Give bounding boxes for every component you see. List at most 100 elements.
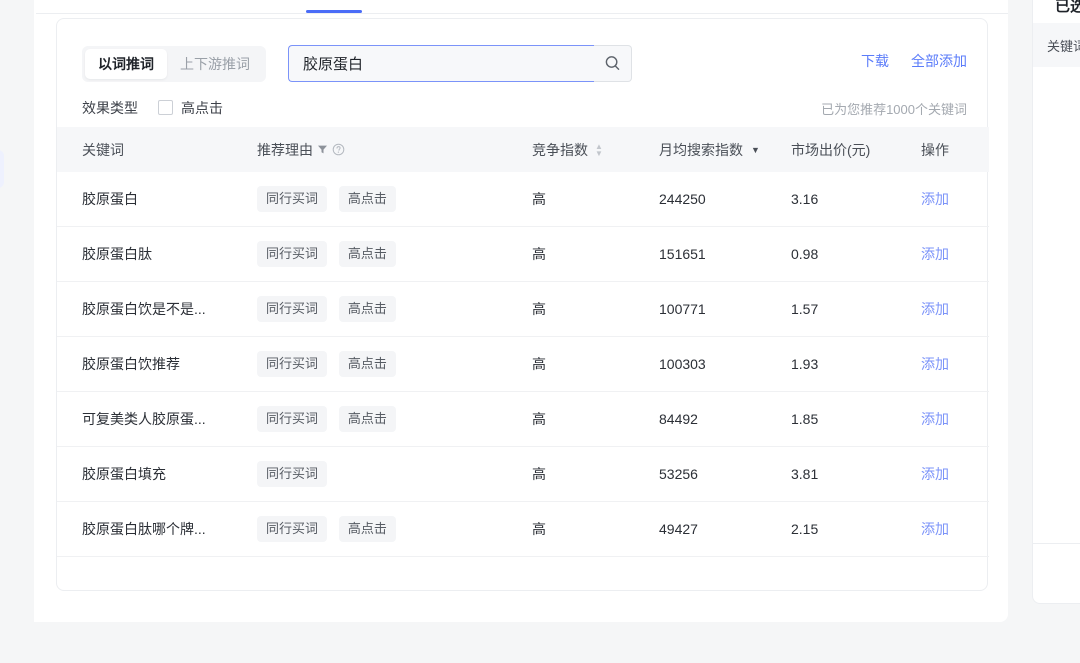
seg-upstream-downstream[interactable]: 上下游推词 <box>167 49 263 79</box>
reason-tag: 高点击 <box>338 351 396 377</box>
tab-industry-recommend[interactable]: 行业词推荐 <box>186 0 256 13</box>
reason-tag: 高点击 <box>338 516 396 542</box>
add-button[interactable]: 添加 <box>921 466 949 482</box>
reason-tag: 同行买词 <box>257 186 328 212</box>
reason-tag: 同行买词 <box>257 461 328 487</box>
cell-competition: 高 <box>532 521 546 537</box>
cell-keyword: 胶原蛋白肽 <box>82 246 152 262</box>
controls-row: 以词推词 上下游推词 下载 <box>57 19 989 89</box>
cell-bid: 1.85 <box>791 411 819 427</box>
column-header-keyword: 关键词 <box>82 141 124 158</box>
add-button[interactable]: 添加 <box>921 246 949 262</box>
effect-type-label: 效果类型 <box>82 100 138 116</box>
cell-volume: 84492 <box>659 411 698 427</box>
table-row[interactable]: 可复美类人胶原蛋... 同行买词 高点击 高 84492 1.85 添加 <box>57 392 989 447</box>
table-row[interactable]: 胶原蛋白肽哪个牌... 同行买词 高点击 高 49427 2.15 添加 <box>57 502 989 557</box>
recommend-count-text: 已为您推荐1000个关键词 <box>821 102 967 117</box>
cell-keyword: 可复美类人胶原蛋... <box>82 411 206 427</box>
cell-keyword: 胶原蛋白饮是不是... <box>82 301 206 317</box>
search-icon <box>603 54 622 73</box>
left-rail-selected-item[interactable] <box>0 150 4 188</box>
table-header-row: 关键词 推荐理由 竞争指数 ▲ ▼ 月均搜索指数 ▼ 市场出价(元) 操作 <box>57 127 989 172</box>
reason-tag: 同行买词 <box>257 241 328 267</box>
cell-volume: 53256 <box>659 466 698 482</box>
table-footer <box>57 557 989 596</box>
add-button[interactable]: 添加 <box>921 356 949 372</box>
cell-keyword: 胶原蛋白饮推荐 <box>82 356 180 372</box>
selected-keywords-panel: 已选 关键词 <box>1032 0 1080 604</box>
reason-tag: 高点击 <box>338 241 396 267</box>
search-group <box>288 45 632 82</box>
sort-icon-competition[interactable]: ▲ ▼ <box>595 142 603 157</box>
tab-strip: 关键词推荐 行业词推荐 以词推词 上下游推词搜索 <box>36 0 1008 14</box>
table-row[interactable]: 胶原蛋白饮推荐 同行买词 高点击 高 100303 1.93 添加 <box>57 337 989 392</box>
main-card: 关键词推荐 行业词推荐 以词推词 上下游推词搜索 以词推词 上下游推词 <box>36 0 1008 622</box>
search-input[interactable] <box>288 45 594 82</box>
cell-action: 添加 <box>921 464 989 484</box>
cell-reason: 同行买词 高点击 <box>257 186 532 212</box>
cell-keyword: 胶原蛋白 <box>82 191 138 207</box>
selected-panel-column-header: 关键词 <box>1033 23 1080 67</box>
cell-bid: 2.15 <box>791 521 819 537</box>
column-header-reason-label: 推荐理由 <box>257 141 313 158</box>
cell-reason: 同行买词 高点击 <box>257 516 532 542</box>
cell-reason: 同行买词 高点击 <box>257 351 532 377</box>
cell-bid: 0.98 <box>791 246 819 262</box>
cell-reason: 同行买词 高点击 <box>257 296 532 322</box>
cell-competition: 高 <box>532 411 546 427</box>
add-button[interactable]: 添加 <box>921 301 949 317</box>
column-header-volume-label: 月均搜索指数 <box>659 141 743 158</box>
left-rail <box>0 0 34 622</box>
tab-word-to-word[interactable]: 以词推词 <box>306 0 362 13</box>
cell-reason: 同行买词 高点击 <box>257 241 532 267</box>
cell-action: 添加 <box>921 299 989 319</box>
column-header-bid: 市场出价(元) <box>791 141 871 158</box>
cell-competition: 高 <box>532 356 546 372</box>
reason-tag: 高点击 <box>338 186 396 212</box>
cell-volume: 100303 <box>659 356 706 372</box>
cell-volume: 244250 <box>659 191 706 207</box>
filter-icon[interactable] <box>317 144 328 155</box>
recommend-panel: 以词推词 上下游推词 下载 <box>56 18 989 591</box>
cell-action: 添加 <box>921 244 989 264</box>
add-button[interactable]: 添加 <box>921 521 949 537</box>
download-link[interactable]: 下载 <box>861 51 889 71</box>
add-button[interactable]: 添加 <box>921 411 949 427</box>
column-header-volume[interactable]: 月均搜索指数 ▼ <box>659 140 791 160</box>
column-header-reason: 推荐理由 <box>257 140 532 160</box>
tab-upstream-downstream[interactable]: 上下游推词搜索 <box>412 0 510 13</box>
reason-tag: 同行买词 <box>257 351 328 377</box>
cell-competition: 高 <box>532 301 546 317</box>
table-row[interactable]: 胶原蛋白饮是不是... 同行买词 高点击 高 100771 1.57 添加 <box>57 282 989 337</box>
cell-bid: 3.16 <box>791 191 819 207</box>
top-action-links: 下载 全部添加 <box>861 51 967 71</box>
tab-keyword-recommend[interactable]: 关键词推荐 <box>66 0 136 13</box>
search-button[interactable] <box>594 45 632 82</box>
cell-volume: 100771 <box>659 301 706 317</box>
filter-row: 效果类型 高点击 已为您推荐1000个关键词 <box>57 89 989 127</box>
reason-tag: 同行买词 <box>257 296 328 322</box>
cell-action: 添加 <box>921 189 989 209</box>
reason-tag: 高点击 <box>338 296 396 322</box>
table-row[interactable]: 胶原蛋白填充 同行买词 高 53256 3.81 添加 <box>57 447 989 502</box>
high-click-checkbox[interactable] <box>158 100 173 115</box>
add-button[interactable]: 添加 <box>921 191 949 207</box>
sort-desc-icon-volume[interactable]: ▼ <box>751 145 760 155</box>
cell-volume: 151651 <box>659 246 706 262</box>
column-header-action: 操作 <box>921 141 949 158</box>
column-header-competition[interactable]: 竞争指数 ▲ ▼ <box>532 140 659 160</box>
selected-panel-title: 已选 <box>1055 0 1080 15</box>
seg-word-to-word[interactable]: 以词推词 <box>85 49 167 79</box>
question-circle-icon[interactable] <box>332 143 345 156</box>
keyword-table: 关键词 推荐理由 竞争指数 ▲ ▼ 月均搜索指数 ▼ 市场出价(元) 操作 胶原… <box>57 127 989 596</box>
table-row[interactable]: 胶原蛋白肽 同行买词 高点击 高 151651 0.98 添加 <box>57 227 989 282</box>
selected-panel-footer <box>1033 543 1080 603</box>
add-all-link[interactable]: 全部添加 <box>911 51 967 71</box>
cell-competition: 高 <box>532 466 546 482</box>
table-row[interactable]: 胶原蛋白 同行买词 高点击 高 244250 3.16 添加 <box>57 172 989 227</box>
bottom-strip <box>0 622 1080 663</box>
high-click-checkbox-label[interactable]: 高点击 <box>181 98 223 118</box>
column-header-competition-label: 竞争指数 <box>532 141 588 158</box>
cell-action: 添加 <box>921 519 989 539</box>
cell-reason: 同行买词 高点击 <box>257 406 532 432</box>
